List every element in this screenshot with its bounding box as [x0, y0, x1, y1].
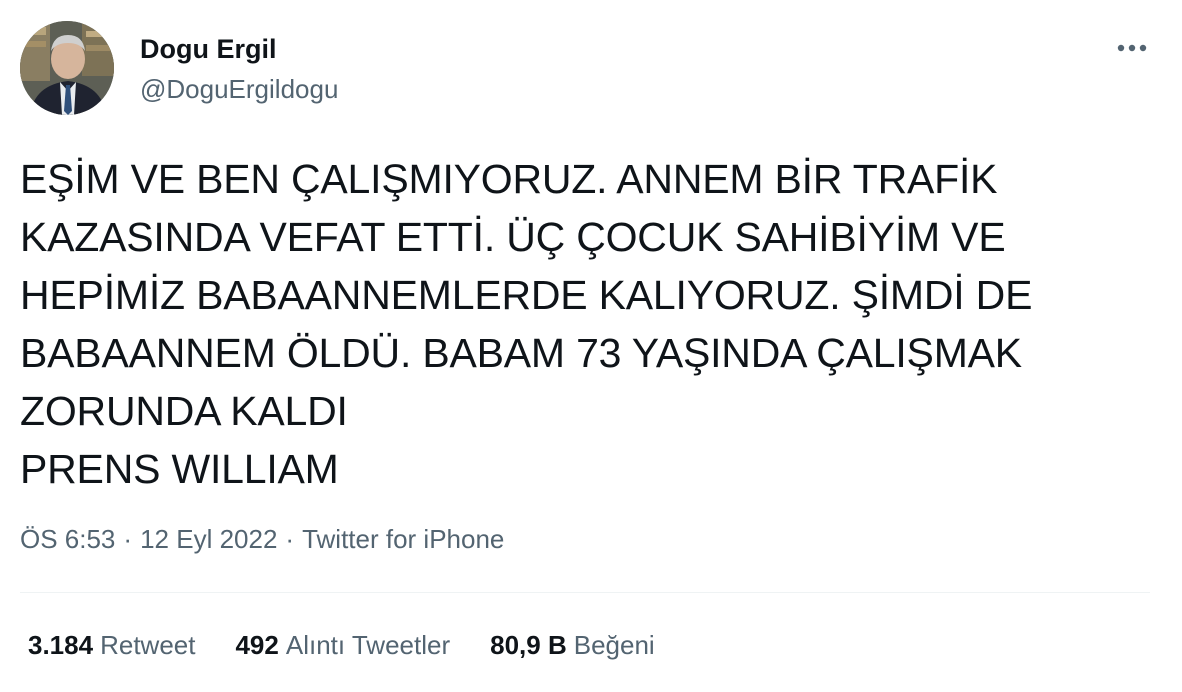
- quote-label: Alıntı Tweetler: [285, 630, 451, 660]
- like-label: Beğeni: [573, 630, 655, 660]
- author-info: Dogu Ergil @DoguErgildogu: [140, 32, 338, 106]
- tweet-meta: ÖS 6:53 · 12 Eyl 2022 · Twitter for iPhone: [20, 522, 504, 556]
- retweet-count: 3.184: [28, 630, 94, 660]
- tweet-date: 12 Eyl 2022: [140, 524, 278, 554]
- tweet-text: EŞİM VE BEN ÇALIŞMIYORUZ. ANNEM BİR TRAF…: [20, 156, 1033, 492]
- avatar-photo: [20, 21, 114, 115]
- meta-separator: ·: [285, 524, 295, 554]
- tweet-stats: 3.184 Retweet 492 Alıntı Tweetler 80,9 B Be…: [28, 628, 655, 662]
- retweet-count-link[interactable]: 3.184 Retweet: [28, 628, 195, 662]
- tweet-detail: Dogu Ergil @DoguErgildogu EŞİM VE BEN ÇA…: [0, 0, 1182, 692]
- author-display-name[interactable]: Dogu Ergil: [140, 32, 338, 66]
- retweet-label: Retweet: [100, 630, 196, 660]
- likes-link[interactable]: 80,9 B Beğeni: [490, 628, 655, 662]
- more-options-button[interactable]: [1114, 34, 1150, 62]
- tweet-timestamp[interactable]: ÖS 6:53 · 12 Eyl 2022: [20, 522, 277, 556]
- ellipsis-icon: [1117, 44, 1147, 52]
- quote-count: 492: [235, 630, 279, 660]
- tweet-source[interactable]: Twitter for iPhone: [302, 522, 504, 556]
- divider: [20, 592, 1150, 593]
- like-count: 80,9 B: [490, 630, 567, 660]
- author-handle[interactable]: @DoguErgildogu: [140, 72, 338, 106]
- meta-separator: ·: [123, 524, 133, 554]
- tweet-time: ÖS 6:53: [20, 524, 116, 554]
- quote-tweets-link[interactable]: 492 Alıntı Tweetler: [235, 628, 450, 662]
- avatar[interactable]: [20, 21, 114, 115]
